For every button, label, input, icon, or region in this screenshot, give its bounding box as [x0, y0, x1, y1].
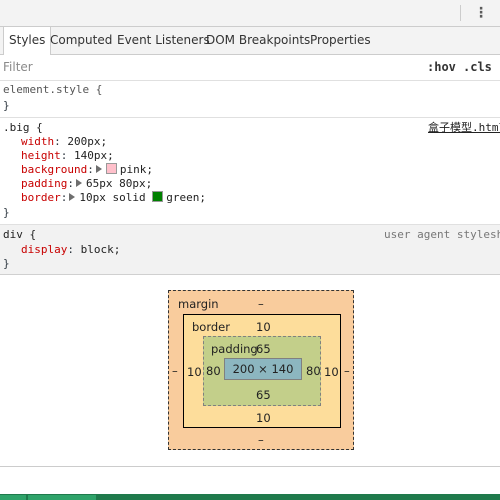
margin-label: margin	[178, 297, 219, 311]
rule-element-style: element.style { }	[0, 82, 500, 118]
tab-properties[interactable]: Properties	[305, 27, 376, 54]
content-size[interactable]: 200 × 140	[233, 362, 294, 376]
rule-selector[interactable]: .big {	[3, 121, 43, 135]
tab-computed[interactable]: Computed	[45, 27, 117, 54]
toolbar-separator	[460, 5, 461, 21]
margin-right-value[interactable]: –	[344, 364, 350, 378]
border-bottom-value[interactable]: 10	[256, 411, 271, 425]
rule-close-brace: }	[3, 206, 10, 219]
expand-arrow-icon[interactable]	[69, 193, 76, 201]
border-right-value[interactable]: 10	[324, 365, 339, 379]
box-model-border[interactable]: border 10 10 10 10 padding 65 65 80 80 2…	[183, 314, 341, 428]
rule-close-brace: }	[3, 257, 10, 270]
kebab-menu-icon[interactable]: ⋮	[474, 3, 488, 23]
hov-toggle[interactable]: :hov	[427, 60, 456, 74]
border-left-value[interactable]: 10	[187, 365, 202, 379]
rule-div-user-agent: div { user agent stylesheet display: blo…	[0, 225, 500, 275]
rule-close-brace: }	[3, 99, 10, 112]
padding-right-value[interactable]: 80	[306, 364, 321, 378]
taskbar-item	[0, 495, 26, 500]
border-top-value[interactable]: 10	[256, 320, 271, 334]
css-property[interactable]: padding: 65px 80px;	[21, 177, 152, 191]
tab-dom-breakpoints[interactable]: DOM Breakpoints	[201, 27, 315, 54]
margin-top-value[interactable]: –	[258, 297, 264, 311]
cls-toggle[interactable]: .cls	[463, 60, 492, 74]
css-property[interactable]: height: 140px;	[21, 149, 114, 163]
css-property: display: block;	[21, 243, 121, 256]
border-label: border	[192, 320, 230, 334]
filter-input[interactable]: Filter	[3, 60, 33, 74]
taskbar-strip	[0, 494, 500, 500]
padding-left-value[interactable]: 80	[206, 364, 221, 378]
expand-arrow-icon[interactable]	[75, 179, 82, 187]
padding-top-value[interactable]: 65	[256, 342, 271, 356]
box-model-content[interactable]: 200 × 140	[224, 358, 302, 380]
css-property[interactable]: background: pink;	[21, 163, 153, 177]
rule-selector: div {	[3, 228, 37, 241]
devtools-top-toolbar: ⋮	[0, 0, 500, 27]
padding-label: padding	[211, 342, 258, 356]
taskbar-item	[28, 495, 96, 500]
margin-left-value[interactable]: –	[172, 364, 178, 378]
rule-big: .big { 盒子模型.html width: 200px; height: 1…	[0, 118, 500, 225]
css-property[interactable]: width: 200px;	[21, 135, 107, 149]
box-model-padding[interactable]: padding 65 65 80 80 200 × 140	[203, 336, 321, 406]
rule-selector[interactable]: element.style {	[3, 83, 102, 97]
filter-bar: Filter :hov .cls	[0, 55, 500, 81]
color-swatch[interactable]	[152, 191, 164, 202]
sidebar-tabs: Styles Computed Event Listeners DOM Brea…	[0, 27, 500, 55]
color-swatch[interactable]	[105, 163, 117, 174]
panel-footer	[0, 466, 500, 497]
margin-bottom-value[interactable]: –	[258, 433, 264, 447]
css-property[interactable]: border: 10px solid green;	[21, 191, 206, 205]
expand-arrow-icon[interactable]	[95, 165, 102, 173]
padding-bottom-value[interactable]: 65	[256, 388, 271, 402]
tab-event-listeners[interactable]: Event Listeners	[112, 27, 215, 54]
rule-source-link[interactable]: 盒子模型.html	[428, 121, 500, 135]
rule-source-user-agent: user agent stylesheet	[384, 228, 500, 241]
box-model-margin[interactable]: margin – – – – border 10 10 10 10 paddin…	[168, 290, 354, 450]
